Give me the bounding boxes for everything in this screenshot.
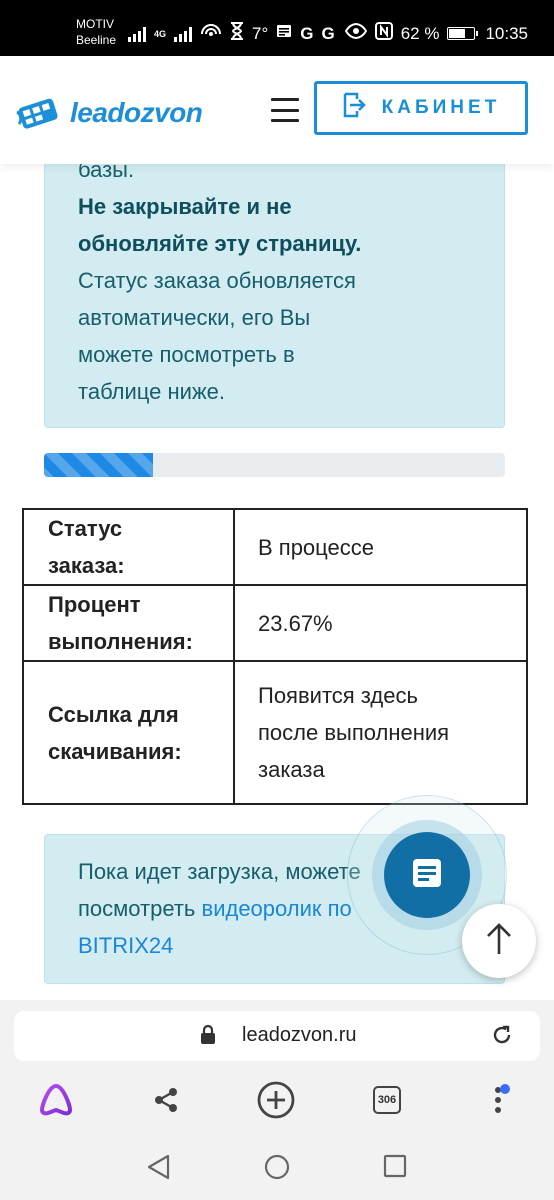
download-label-line-1: Ссылка для (48, 701, 179, 727)
download-link-label: Ссылка для скачивания: (22, 660, 235, 805)
eye-icon (344, 22, 367, 44)
google-icon: G (300, 23, 314, 43)
status-value-text: В процессе (258, 534, 374, 560)
percent-label-line-2: выполнения: (48, 629, 193, 654)
progress-bar (44, 453, 505, 477)
login-icon (342, 92, 366, 124)
reload-icon[interactable] (490, 1023, 514, 1052)
battery-percent: 62 % (400, 23, 440, 43)
status-bar: MOTIV Beeline 4G 7° G G 62 % 10:35 (0, 0, 554, 56)
hotspot-icon (200, 22, 222, 45)
status-label-line-2: заказа: (48, 553, 125, 578)
status-value: В процессе (233, 508, 528, 586)
carrier-name: MOTIV (76, 17, 114, 31)
network-badge: 4G (154, 28, 167, 39)
table-row: Статус заказа: В процессе (22, 508, 528, 586)
lock-icon (200, 1024, 216, 1050)
more-icon[interactable] (478, 1080, 518, 1120)
info-line-4: таблице ниже. (78, 379, 226, 404)
share-icon[interactable] (146, 1080, 186, 1120)
battery-icon (447, 27, 479, 40)
scroll-top-button[interactable] (462, 904, 536, 978)
address-bar[interactable]: leadozvon.ru (14, 1011, 540, 1061)
progress-fill (44, 453, 154, 477)
signal-icon (174, 26, 193, 42)
recents-icon[interactable] (383, 1154, 407, 1183)
tabs-icon[interactable]: 306 (367, 1080, 407, 1120)
notice-line-2: посмотреть (78, 896, 202, 921)
chat-icon (410, 856, 444, 895)
alice-icon[interactable] (36, 1080, 76, 1120)
info-line-2: автоматически, его Вы (78, 305, 311, 330)
table-row: Ссылка для скачивания: Появится здесь по… (22, 660, 528, 805)
video-link[interactable]: видеоролик по (202, 896, 352, 921)
status-label: Статус заказа: (22, 508, 235, 586)
notification-dot (500, 1084, 510, 1094)
url-text: leadozvon.ru (242, 1024, 357, 1046)
chat-button[interactable] (384, 832, 470, 918)
plus-icon[interactable] (256, 1080, 296, 1120)
status-right-icons: 62 % 10:35 (344, 22, 528, 45)
info-line-3: можете посмотреть в (78, 342, 295, 367)
hourglass-icon (230, 22, 244, 45)
browser-bar: leadozvon.ru 306 (0, 1000, 554, 1132)
google-icon: G (321, 23, 335, 43)
percent-label-line-1: Процент (48, 592, 141, 617)
table-row: Процент выполнения: 23.67% (22, 584, 528, 662)
news-icon (276, 23, 292, 44)
video-link-continued[interactable]: BITRIX24 (78, 933, 173, 958)
browser-toolbar: 306 (0, 1068, 554, 1132)
nfc-icon (374, 22, 393, 45)
download-label-line-2: скачивания: (48, 738, 182, 764)
download-value-line-3: заказа (258, 757, 325, 782)
logo-icon (14, 92, 66, 134)
info-box: базы. Не закрывайте и не обновляйте эту … (44, 120, 505, 428)
warning-line-1: Не закрывайте и не (78, 194, 292, 219)
status-left-icons: 4G 7° G G (128, 22, 335, 45)
percent-value: 23.67% (233, 584, 528, 662)
percent-value-text: 23.67% (258, 610, 333, 636)
cabinet-label: КАБИНЕТ (381, 97, 501, 118)
download-link-value: Появится здесь после выполнения заказа (233, 660, 528, 805)
tabs-count: 306 (373, 1086, 401, 1114)
notice-line-1: Пока идет загрузка, можете (78, 859, 361, 884)
carrier-name-2: Beeline (76, 33, 117, 47)
status-label-line-1: Статус (48, 516, 123, 541)
arrow-up-icon (484, 922, 514, 961)
menu-icon[interactable] (271, 98, 299, 122)
clock: 10:35 (485, 23, 528, 43)
home-icon[interactable] (264, 1154, 290, 1185)
order-status-table: Статус заказа: В процессе Процент выполн… (22, 508, 528, 805)
temperature: 7° (252, 23, 269, 43)
signal-icon (128, 26, 146, 42)
logo[interactable]: leadozvon (14, 92, 203, 134)
cabinet-button[interactable]: КАБИНЕТ (314, 81, 528, 135)
info-line-1: Статус заказа обновляется (78, 268, 356, 293)
download-value-line-2: после выполнения (258, 720, 450, 745)
carrier-info: MOTIV Beeline (76, 16, 116, 48)
logo-text: leadozvon (70, 97, 203, 128)
system-nav-bar (0, 1132, 554, 1200)
back-icon[interactable] (146, 1154, 172, 1185)
warning-line-2: обновляйте эту страницу. (78, 231, 362, 256)
percent-label: Процент выполнения: (22, 584, 235, 662)
download-value-line-1: Появится здесь (258, 683, 418, 708)
site-header: leadozvon КАБИНЕТ (0, 56, 554, 164)
page-root: MOTIV Beeline 4G 7° G G 62 % 10:35 базы.… (0, 0, 554, 1200)
